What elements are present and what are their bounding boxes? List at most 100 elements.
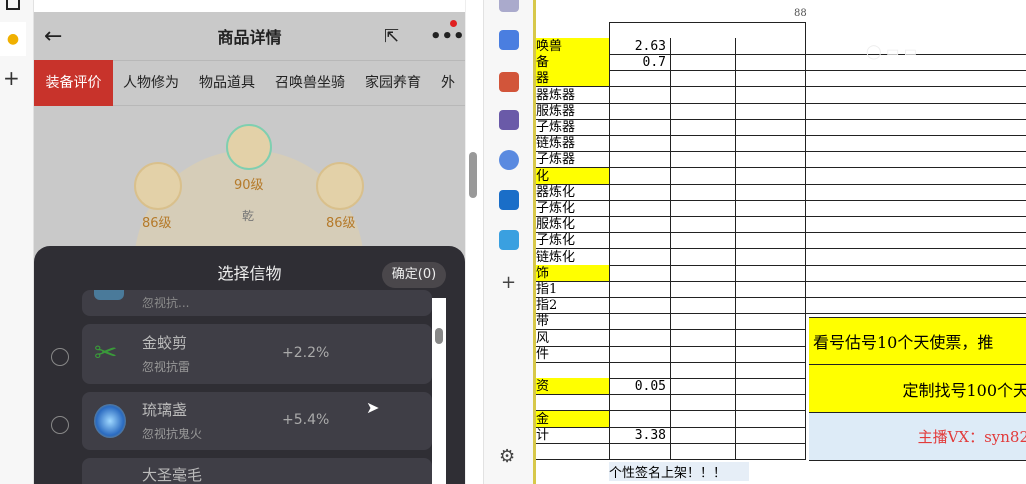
- cell-c[interactable]: [670, 38, 735, 55]
- cell-right[interactable]: [806, 168, 1026, 185]
- row-value[interactable]: [609, 313, 670, 331]
- row-label[interactable]: 化: [536, 167, 609, 185]
- more-icon[interactable]: •••: [430, 26, 465, 47]
- cell-c[interactable]: [670, 200, 735, 217]
- cell-d[interactable]: [735, 248, 806, 266]
- cell-c[interactable]: [670, 54, 735, 72]
- slot-left[interactable]: [134, 162, 182, 210]
- row-value[interactable]: [609, 167, 670, 185]
- settings-gear-icon[interactable]: ⚙: [499, 446, 515, 467]
- cell-c[interactable]: [670, 297, 735, 315]
- chick-app-icon[interactable]: ●: [0, 22, 26, 56]
- cell-c[interactable]: [670, 183, 735, 201]
- row-label[interactable]: 金: [536, 410, 609, 428]
- cell-d[interactable]: [735, 426, 806, 444]
- row-value[interactable]: [609, 345, 670, 363]
- row-label[interactable]: 服炼化: [536, 216, 609, 234]
- row-label[interactable]: 子炼化: [536, 232, 609, 250]
- row-label[interactable]: 链炼化: [536, 249, 609, 266]
- cell-right[interactable]: [806, 135, 1026, 153]
- back-arrow-icon[interactable]: ←: [44, 24, 62, 49]
- cell-d[interactable]: [735, 394, 806, 412]
- row-value[interactable]: [609, 119, 670, 136]
- cell-right[interactable]: [806, 297, 1026, 315]
- cell-d[interactable]: [735, 345, 806, 363]
- row-value[interactable]: [609, 297, 670, 315]
- add-icon[interactable]: +: [3, 66, 20, 90]
- cell-c[interactable]: [670, 394, 735, 412]
- row-value[interactable]: [609, 329, 670, 347]
- cell-d[interactable]: [735, 70, 806, 88]
- tab-more[interactable]: 外: [431, 60, 465, 106]
- row-label[interactable]: 子炼器: [536, 151, 609, 169]
- row-value[interactable]: [609, 394, 670, 412]
- cell-d[interactable]: [735, 135, 806, 153]
- item-radio[interactable]: [51, 416, 69, 434]
- cell-right[interactable]: [806, 151, 1026, 169]
- copilot-icon[interactable]: [499, 150, 519, 170]
- cell-d[interactable]: [735, 329, 806, 347]
- cell-d[interactable]: [735, 264, 806, 282]
- row-label[interactable]: 饰: [536, 264, 609, 282]
- cell-right[interactable]: [806, 281, 1026, 298]
- cell-d[interactable]: [735, 297, 806, 315]
- add-icon[interactable]: +: [501, 272, 516, 293]
- tag-icon[interactable]: [499, 30, 519, 50]
- cell-c[interactable]: [670, 102, 735, 120]
- cell-d[interactable]: [735, 443, 806, 460]
- slot-top[interactable]: [226, 124, 272, 170]
- row-value[interactable]: [609, 102, 670, 120]
- modal-scrollbar[interactable]: [432, 298, 446, 484]
- row-label[interactable]: 链炼器: [536, 135, 609, 153]
- cell-c[interactable]: [670, 313, 735, 331]
- row-value[interactable]: 2.63: [609, 38, 670, 55]
- list-item[interactable]: 大圣毫毛: [82, 458, 432, 484]
- cell-d[interactable]: [735, 167, 806, 185]
- outlook-icon[interactable]: [499, 190, 519, 210]
- row-label[interactable]: 唤兽: [536, 38, 609, 55]
- cell-d[interactable]: [735, 38, 806, 55]
- row-value[interactable]: [609, 183, 670, 201]
- tab-items[interactable]: 物品道具: [189, 60, 265, 106]
- games-icon[interactable]: [499, 110, 519, 130]
- row-label[interactable]: 器炼器: [536, 87, 609, 104]
- row-label[interactable]: [536, 394, 609, 412]
- row-label[interactable]: 器: [536, 70, 609, 88]
- cell-right[interactable]: [806, 249, 1026, 266]
- cell-c[interactable]: [670, 426, 735, 444]
- cell-c[interactable]: [670, 232, 735, 250]
- row-label[interactable]: 服炼器: [536, 103, 609, 120]
- cell-right[interactable]: [806, 87, 1026, 104]
- note-custom[interactable]: 定制找号100个天: [809, 365, 1026, 413]
- cell-c[interactable]: [670, 264, 735, 282]
- row-label[interactable]: [536, 443, 609, 460]
- tab-home[interactable]: 家园养育: [355, 60, 431, 106]
- row-value[interactable]: [609, 135, 670, 153]
- cell-c[interactable]: [670, 443, 735, 460]
- cell-d[interactable]: [735, 200, 806, 217]
- cell-d[interactable]: [735, 410, 806, 428]
- row-label[interactable]: 器炼化: [536, 184, 609, 201]
- row-value[interactable]: [609, 70, 670, 88]
- cell-d[interactable]: [735, 362, 806, 379]
- scroll-thumb[interactable]: [435, 328, 443, 344]
- cell-right[interactable]: [806, 200, 1026, 217]
- cell-right[interactable]: [806, 184, 1026, 201]
- tab-pets[interactable]: 召唤兽坐骑: [265, 60, 355, 106]
- cell-c[interactable]: [670, 216, 735, 234]
- row-value[interactable]: [609, 151, 670, 169]
- cell-c[interactable]: [670, 329, 735, 347]
- row-label[interactable]: [536, 362, 609, 379]
- row-value[interactable]: [609, 362, 670, 379]
- row-label[interactable]: 件: [536, 346, 609, 363]
- cell-d[interactable]: [735, 183, 806, 201]
- row-label[interactable]: 计: [536, 427, 609, 444]
- list-item[interactable]: 琉璃盏 忽视抗鬼火 +5.4%: [82, 392, 432, 450]
- row-value[interactable]: [609, 443, 670, 460]
- cell-c[interactable]: [670, 86, 735, 104]
- cell-d[interactable]: [735, 281, 806, 298]
- cell-d[interactable]: [735, 216, 806, 234]
- cell-d[interactable]: [735, 102, 806, 120]
- row-label[interactable]: 风: [536, 330, 609, 347]
- cell-right[interactable]: [806, 70, 1026, 88]
